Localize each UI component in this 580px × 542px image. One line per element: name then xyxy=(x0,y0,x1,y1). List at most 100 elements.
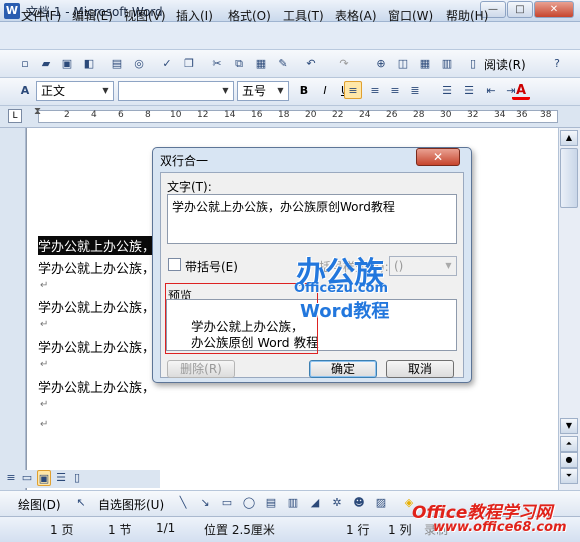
align-left-icon[interactable]: ≡ xyxy=(344,81,362,99)
indent-marker-icon[interactable]: ⧗ xyxy=(34,106,41,117)
web-view-icon[interactable]: ▭ xyxy=(20,470,34,486)
print-icon[interactable]: ▤ xyxy=(108,55,126,73)
status-page: 1 页 xyxy=(50,523,74,537)
decrease-indent-icon[interactable]: ⇤ xyxy=(482,82,500,100)
bold-button[interactable]: B xyxy=(295,82,313,100)
document-line[interactable]: 学办公就上办公族， xyxy=(38,377,155,396)
research-icon[interactable]: ❐ xyxy=(180,55,198,73)
tables-borders-icon[interactable]: ◫ xyxy=(394,55,412,73)
scroll-thumb[interactable] xyxy=(560,148,578,208)
ruler-number: 6 xyxy=(118,110,124,120)
chevron-down-icon[interactable]: ▼ xyxy=(99,83,112,99)
normal-view-icon[interactable]: ≡ xyxy=(4,470,18,486)
oval-icon[interactable]: ◯ xyxy=(240,494,258,512)
ruler-number: 2 xyxy=(64,110,70,120)
document-line-selected[interactable]: 学办公就上办公族， xyxy=(38,236,156,255)
dialog-close-button[interactable]: ✕ xyxy=(416,148,460,166)
permission-icon[interactable]: ◧ xyxy=(80,55,98,73)
menu-file[interactable]: 文件(F) xyxy=(21,7,61,24)
maximize-button[interactable]: □ xyxy=(507,1,533,18)
print-preview-icon[interactable]: ◎ xyxy=(130,55,148,73)
watermark-url: www.office68.com xyxy=(433,520,567,535)
menu-insert[interactable]: 插入(I) xyxy=(176,7,213,24)
style-select[interactable]: 正文 ▼ xyxy=(36,81,114,101)
vertical-ruler[interactable] xyxy=(0,128,26,490)
ruler-number: 14 xyxy=(224,110,236,120)
status-position: 位置 2.5厘米 xyxy=(204,523,275,537)
reading-layout-icon[interactable]: ▯ xyxy=(464,55,482,73)
rectangle-icon[interactable]: ▭ xyxy=(218,494,236,512)
textbox-icon[interactable]: ▤ xyxy=(262,494,280,512)
document-line[interactable]: 学办公就上办公族， xyxy=(38,297,155,316)
vertical-textbox-icon[interactable]: ▥ xyxy=(284,494,302,512)
format-painter-icon[interactable]: ✎ xyxy=(274,55,292,73)
scroll-up-icon[interactable]: ▲ xyxy=(560,130,578,146)
ruler-number: 24 xyxy=(359,110,371,120)
previous-page-icon[interactable]: ⏶ xyxy=(560,436,578,452)
delete-button[interactable]: 删除(R) xyxy=(167,360,235,378)
arrow-icon[interactable]: ↘ xyxy=(196,494,214,512)
bracket-checkbox[interactable] xyxy=(168,258,181,271)
browse-object-icon[interactable]: ● xyxy=(560,452,578,468)
cut-icon[interactable]: ✂ xyxy=(208,55,226,73)
hyperlink-icon[interactable]: ⊕ xyxy=(372,55,390,73)
menu-help[interactable]: 帮助(H) xyxy=(446,7,488,24)
print-layout-icon[interactable]: ▣ xyxy=(37,470,51,486)
insert-table-icon[interactable]: ▦ xyxy=(416,55,434,73)
chevron-down-icon[interactable]: ▼ xyxy=(274,83,287,99)
menu-view[interactable]: 视图(V) xyxy=(124,7,166,24)
picture-icon[interactable]: ▨ xyxy=(372,494,390,512)
select-objects-icon[interactable]: ↖ xyxy=(72,494,90,512)
font-size-value: 五号 xyxy=(242,84,267,98)
autoshapes-button[interactable]: 自选图形(U) xyxy=(98,496,164,513)
menu-table[interactable]: 表格(A) xyxy=(335,7,377,24)
styles-pane-icon[interactable]: A xyxy=(16,82,34,100)
copy-icon[interactable]: ⧉ xyxy=(230,55,248,73)
help-icon[interactable]: ? xyxy=(548,55,566,73)
cancel-button[interactable]: 取消 xyxy=(386,360,454,378)
italic-button[interactable]: I xyxy=(316,82,334,100)
ruler-number: 30 xyxy=(440,110,452,120)
menu-edit[interactable]: 编辑(E) xyxy=(72,7,113,24)
bracket-checkbox-label[interactable]: 带括号(E) xyxy=(185,258,238,275)
scroll-down-icon[interactable]: ▼ xyxy=(560,418,578,434)
font-color-icon[interactable]: A xyxy=(512,82,530,100)
draw-menu-button[interactable]: 绘图(D) xyxy=(18,496,61,513)
outline-view-icon[interactable]: ☰ xyxy=(54,470,68,486)
text-input[interactable]: 学办公就上办公族，办公族原创Word教程 xyxy=(167,194,457,244)
font-select[interactable]: ▼ xyxy=(118,81,234,101)
spelling-icon[interactable]: ✓ xyxy=(158,55,176,73)
paste-icon[interactable]: ▦ xyxy=(252,55,270,73)
wordart-icon[interactable]: ◢ xyxy=(306,494,324,512)
numbering-icon[interactable]: ☰ xyxy=(438,82,456,100)
chevron-down-icon[interactable]: ▼ xyxy=(219,83,232,99)
ok-button[interactable]: 确定 xyxy=(309,360,377,378)
menu-format[interactable]: 格式(O) xyxy=(228,7,271,24)
bullets-icon[interactable]: ☰ xyxy=(460,82,478,100)
columns-icon[interactable]: ▥ xyxy=(438,55,456,73)
clip-art-icon[interactable]: ☻ xyxy=(350,494,368,512)
reading-view-icon[interactable]: ▯ xyxy=(70,470,84,486)
menu-tools[interactable]: 工具(T) xyxy=(283,7,324,24)
save-icon[interactable]: ▣ xyxy=(58,55,76,73)
align-center-icon[interactable]: ≡ xyxy=(366,82,384,100)
open-folder-icon[interactable]: ▰ xyxy=(37,55,55,73)
justify-icon[interactable]: ≣ xyxy=(406,82,424,100)
new-document-icon[interactable]: ▫ xyxy=(16,55,34,73)
line-icon[interactable]: ╲ xyxy=(174,494,192,512)
close-button[interactable]: ✕ xyxy=(534,1,574,18)
redo-icon[interactable]: ↷ xyxy=(335,55,353,73)
undo-icon[interactable]: ↶ xyxy=(302,55,320,73)
font-size-select[interactable]: 五号 ▼ xyxy=(237,81,289,101)
next-page-icon[interactable]: ⏷ xyxy=(560,468,578,484)
reading-layout-label[interactable]: 阅读(R) xyxy=(484,56,526,73)
chevron-down-icon[interactable]: ▼ xyxy=(442,258,455,274)
bracket-style-select[interactable]: () ▼ xyxy=(389,256,457,276)
tab-selector-icon[interactable]: L xyxy=(8,109,22,123)
document-line[interactable]: 学办公就上办公族， xyxy=(38,337,155,356)
menu-window[interactable]: 窗口(W) xyxy=(388,7,433,24)
diagram-icon[interactable]: ✲ xyxy=(328,494,346,512)
word-app-icon[interactable]: W xyxy=(4,3,20,19)
align-right-icon[interactable]: ≡ xyxy=(386,82,404,100)
document-line[interactable]: 学办公就上办公族， xyxy=(38,258,155,277)
